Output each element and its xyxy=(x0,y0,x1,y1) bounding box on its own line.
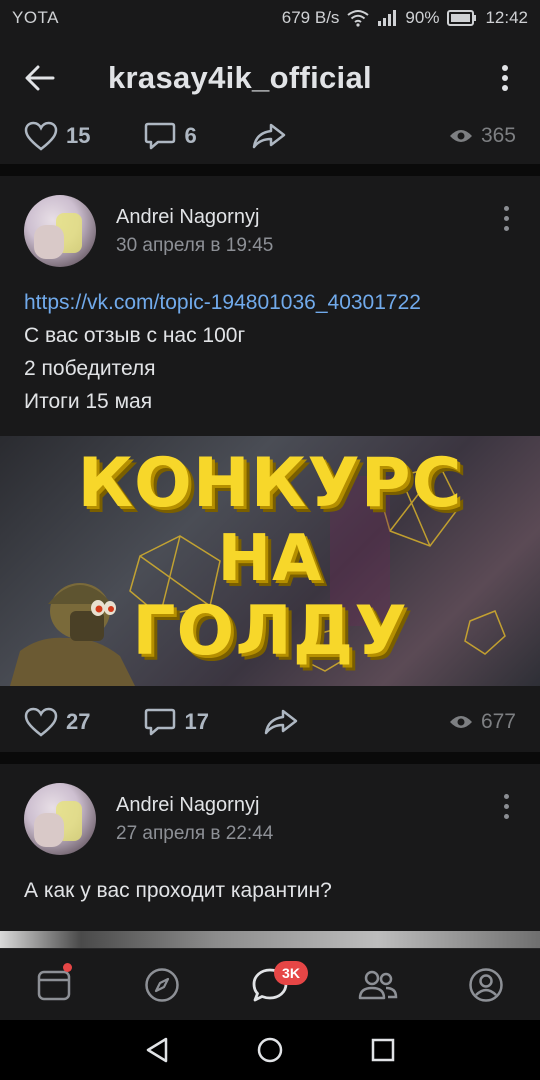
comment-icon xyxy=(145,708,176,736)
heart-icon xyxy=(24,121,58,151)
circle-home-icon xyxy=(257,1037,283,1063)
system-recents-button[interactable] xyxy=(363,1030,403,1070)
eye-icon xyxy=(449,130,472,142)
post-menu-button[interactable] xyxy=(496,794,516,819)
system-back-button[interactable] xyxy=(137,1030,177,1070)
feed[interactable]: 15 6 365 Andrei Nagornyj 30 апреля в 19:… xyxy=(0,108,540,948)
more-vertical-icon xyxy=(502,65,508,91)
share-icon xyxy=(264,709,298,735)
nav-profile[interactable] xyxy=(446,949,526,1021)
share-button[interactable] xyxy=(263,708,299,736)
friends-icon xyxy=(358,970,398,999)
views-number: 677 xyxy=(480,710,516,733)
comment-count: 6 xyxy=(184,123,197,148)
avatar[interactable] xyxy=(24,783,96,855)
promo-text: КОНКУРС xyxy=(77,444,463,523)
author-name[interactable]: Andrei Nagornyj xyxy=(116,206,273,229)
comment-button[interactable]: 17 xyxy=(144,707,209,737)
battery-level: 90% xyxy=(405,8,440,27)
bottom-navigation: 3K xyxy=(0,948,540,1020)
post-header: Andrei Nagornyj 27 апреля в 22:44 xyxy=(0,764,540,874)
nav-news[interactable] xyxy=(14,949,94,1021)
post-actions: 27 17 677 xyxy=(0,686,540,758)
author-name[interactable]: Andrei Nagornyj xyxy=(116,794,273,817)
post-line: 2 победителя xyxy=(24,357,156,380)
page-title: krasay4ik_official xyxy=(108,60,372,95)
post-image[interactable] xyxy=(0,931,540,948)
like-count: 27 xyxy=(66,709,91,734)
profile-icon xyxy=(469,967,503,1002)
post-date: 30 апреля в 19:45 xyxy=(116,234,274,256)
comment-button[interactable]: 6 xyxy=(144,121,197,151)
post-header: Andrei Nagornyj 30 апреля в 19:45 xyxy=(0,176,540,286)
battery-icon xyxy=(447,10,477,26)
share-button[interactable] xyxy=(251,122,287,150)
wifi-icon xyxy=(347,10,370,27)
share-icon xyxy=(252,123,285,149)
post-card: Andrei Nagornyj 30 апреля в 19:45 https:… xyxy=(0,176,540,752)
system-home-button[interactable] xyxy=(250,1030,290,1070)
arrow-left-icon xyxy=(25,65,55,91)
discover-icon xyxy=(145,967,179,1002)
square-recents-icon xyxy=(372,1038,395,1062)
avatar[interactable] xyxy=(24,195,96,267)
comment-icon xyxy=(145,122,176,150)
post-text: А как у вас проходит карантин? xyxy=(24,879,332,902)
like-button[interactable]: 27 xyxy=(24,707,90,737)
nav-messages[interactable]: 3K xyxy=(230,949,310,1021)
like-count: 15 xyxy=(66,123,91,148)
post-text: https://vk.com/topic-194801036_40301722 … xyxy=(0,286,540,418)
notification-dot xyxy=(63,962,72,972)
post-line: С вас отзыв с нас 100г xyxy=(24,324,246,347)
clock: 12:42 xyxy=(485,8,528,27)
system-navigation xyxy=(0,1020,540,1080)
carrier-name: YOTA xyxy=(12,8,60,27)
view-count: 365 xyxy=(449,124,516,148)
news-icon xyxy=(37,970,71,1000)
post-card: Andrei Nagornyj 27 апреля в 22:44 А как … xyxy=(0,764,540,948)
like-button[interactable]: 15 xyxy=(24,121,90,151)
heart-icon xyxy=(24,707,58,737)
eye-icon xyxy=(449,716,472,728)
comment-count: 17 xyxy=(184,709,209,734)
post-line: Итоги 15 мая xyxy=(24,390,153,413)
previous-post-footer: 15 6 365 xyxy=(0,108,540,164)
post-date: 27 апреля в 22:44 xyxy=(116,822,274,844)
view-count: 677 xyxy=(449,710,516,734)
messages-badge: 3K xyxy=(274,960,308,985)
post-actions: 15 6 365 xyxy=(0,108,540,164)
post-image[interactable]: КОНКУРС НА ГОЛДУ xyxy=(0,436,540,686)
post-menu-button[interactable] xyxy=(496,206,516,231)
nav-discover[interactable] xyxy=(122,949,202,1021)
post-link[interactable]: https://vk.com/topic-194801036_40301722 xyxy=(24,291,421,314)
views-number: 365 xyxy=(480,124,516,147)
soldier-figure xyxy=(10,583,135,686)
nav-friends[interactable] xyxy=(338,949,418,1021)
triangle-back-icon xyxy=(146,1037,167,1063)
signal-icon xyxy=(378,10,397,26)
network-speed: 679 B/s xyxy=(281,8,340,27)
status-bar: YOTA 679 B/s 90% 12:42 xyxy=(0,0,540,36)
